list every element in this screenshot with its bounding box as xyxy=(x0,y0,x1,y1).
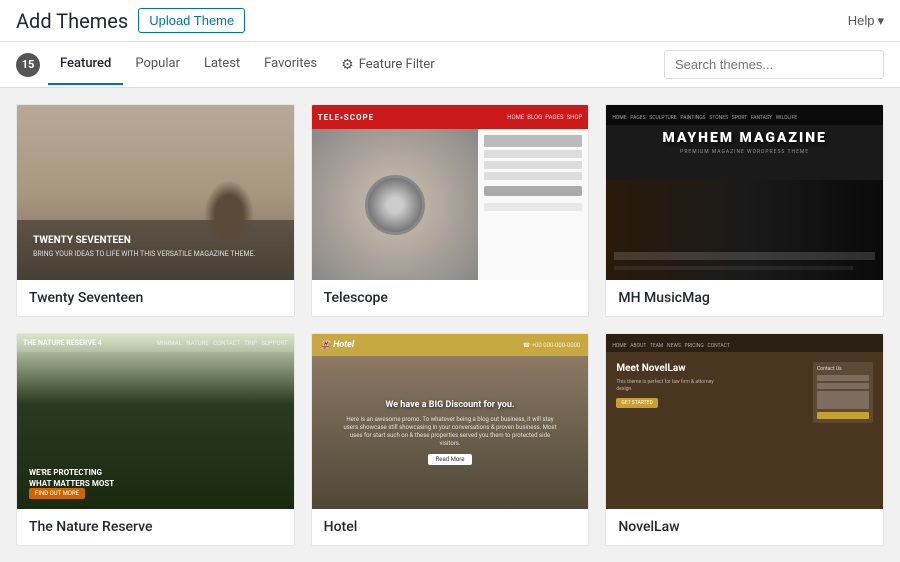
nature-logo: THE NATURE RESERVE 4 xyxy=(23,339,102,347)
hotel-header: 🏨 Hotel ☎ +00 000-000-0000 xyxy=(312,334,589,356)
search-input[interactable] xyxy=(664,50,884,79)
chevron-down-icon: ▾ xyxy=(877,13,884,29)
car-emblem xyxy=(365,175,425,235)
nature-nav: MINIMAL NATURE CONTACT TRIP SUPPORT xyxy=(157,340,288,347)
mayhem-preview-subtitle: PREMIUM MAGAZINE WORDPRESS THEME xyxy=(606,149,883,155)
theme-name: NovelLaw xyxy=(606,509,883,545)
filter-left: 15 Featured Popular Latest Favorites ⚙ F… xyxy=(16,44,447,85)
mayhem-content-bar2 xyxy=(614,266,853,270)
novellaw-email-field xyxy=(817,383,869,389)
themes-grid: TWENTY SEVENTEEN Bring your ideas to lif… xyxy=(0,88,900,562)
upload-theme-button[interactable]: Upload Theme xyxy=(138,8,245,33)
theme-name: Telescope xyxy=(312,280,589,316)
novellaw-header: HOME ABOUT TEAM NEWS PRICING CONTACT xyxy=(606,334,883,352)
theme-card-telescope[interactable]: TELE▪SCOPE HOMEBLOGPAGESSHOP › xyxy=(311,104,590,317)
tab-featured[interactable]: Featured xyxy=(48,44,123,85)
theme-screenshot: HOME ABOUT TEAM NEWS PRICING CONTACT Mee… xyxy=(606,334,883,509)
telescope-logo: TELE▪SCOPE xyxy=(318,113,374,122)
mayhem-content-bar xyxy=(614,252,875,260)
theme-card-novellaw[interactable]: HOME ABOUT TEAM NEWS PRICING CONTACT Mee… xyxy=(605,333,884,546)
theme-screenshot: HOME PAGES SCULPTURE PAINTINGS STONES SP… xyxy=(606,105,883,280)
novellaw-desc: This theme is perfect for law firm & att… xyxy=(616,379,805,393)
novellaw-title: Meet NovelLaw xyxy=(616,362,805,375)
novellaw-body: Meet NovelLaw This theme is perfect for … xyxy=(606,352,883,433)
help-button[interactable]: Help ▾ xyxy=(848,13,884,29)
theme-name: The Nature Reserve xyxy=(17,509,294,545)
tab-favorites[interactable]: Favorites xyxy=(252,44,329,85)
theme-card-twenty-seventeen[interactable]: TWENTY SEVENTEEN Bring your ideas to lif… xyxy=(16,104,295,317)
mayhem-preview-title: MAYHEM MAGAZINE xyxy=(606,130,883,146)
tab-latest[interactable]: Latest xyxy=(192,44,252,85)
telescope-nav: HOMEBLOGPAGESSHOP xyxy=(507,114,582,121)
filter-right xyxy=(664,42,884,87)
theme-card-hotel[interactable]: 🏨 Hotel ☎ +00 000-000-0000 We have a BIG… xyxy=(311,333,590,546)
nature-preview-text: WE'RE PROTECTINGWHAT MATTERS MOST xyxy=(29,467,114,489)
theme-screenshot: 🏨 Hotel ☎ +00 000-000-0000 We have a BIG… xyxy=(312,334,589,509)
telescope-header: TELE▪SCOPE HOMEBLOGPAGESSHOP xyxy=(312,105,589,129)
feature-filter-label: Feature Filter xyxy=(359,57,435,72)
sidebar-item xyxy=(484,135,583,147)
novellaw-name-field xyxy=(817,375,869,381)
page-title: Add Themes xyxy=(16,9,128,33)
top-bar-left: Add Themes Upload Theme xyxy=(16,8,245,33)
theme-name: MH MusicMag xyxy=(606,280,883,316)
mayhem-body xyxy=(606,180,883,280)
filter-bar: 15 Featured Popular Latest Favorites ⚙ F… xyxy=(0,42,900,88)
theme-name: Hotel xyxy=(312,509,589,545)
hotel-read-more-button: Read More xyxy=(428,454,473,465)
theme-screenshot: THE NATURE RESERVE 4 MINIMAL NATURE CONT… xyxy=(17,334,294,509)
hotel-contact: ☎ +00 000-000-0000 xyxy=(523,342,581,349)
mayhem-header: HOME PAGES SCULPTURE PAINTINGS STONES SP… xyxy=(606,105,883,125)
theme-name: Twenty Seventeen xyxy=(17,280,294,316)
theme-card-mh-musicmag[interactable]: HOME PAGES SCULPTURE PAINTINGS STONES SP… xyxy=(605,104,884,317)
feature-filter-toggle[interactable]: ⚙ Feature Filter xyxy=(329,45,446,85)
gear-icon: ⚙ xyxy=(341,57,354,73)
top-bar: Add Themes Upload Theme Help ▾ xyxy=(0,0,900,42)
sidebar-item xyxy=(484,150,583,158)
theme-screenshot: TELE▪SCOPE HOMEBLOGPAGESSHOP › xyxy=(312,105,589,280)
novellaw-contact-title: Contact Us xyxy=(817,366,869,372)
hotel-body: We have a BIG Discount for you. Here is … xyxy=(312,356,589,509)
help-label: Help xyxy=(848,13,875,28)
tab-popular[interactable]: Popular xyxy=(123,44,192,85)
hotel-headline: We have a BIG Discount for you. xyxy=(385,400,514,410)
novellaw-nav: HOME ABOUT TEAM NEWS PRICING CONTACT xyxy=(612,336,730,351)
sidebar-item xyxy=(484,161,583,169)
mayhem-nav: HOME PAGES SCULPTURE PAINTINGS STONES SP… xyxy=(612,108,797,123)
novellaw-main: Meet NovelLaw This theme is perfect for … xyxy=(616,362,805,423)
nature-cta-button: FIND OUT MORE xyxy=(29,488,85,499)
hotel-logo: 🏨 Hotel xyxy=(320,340,355,350)
theme-card-nature-reserve[interactable]: THE NATURE RESERVE 4 MINIMAL NATURE CONT… xyxy=(16,333,295,546)
theme-count-badge: 15 xyxy=(16,53,40,77)
novellaw-cta-button: GET STARTED xyxy=(616,398,657,408)
telescope-body xyxy=(312,129,589,280)
theme-preview-text: TWENTY SEVENTEEN Bring your ideas to lif… xyxy=(33,234,255,260)
nature-header-bar: THE NATURE RESERVE 4 MINIMAL NATURE CONT… xyxy=(17,334,294,352)
hotel-subtext: Here is an awesome promo. To whatever be… xyxy=(339,416,560,447)
theme-screenshot: TWENTY SEVENTEEN Bring your ideas to lif… xyxy=(17,105,294,280)
